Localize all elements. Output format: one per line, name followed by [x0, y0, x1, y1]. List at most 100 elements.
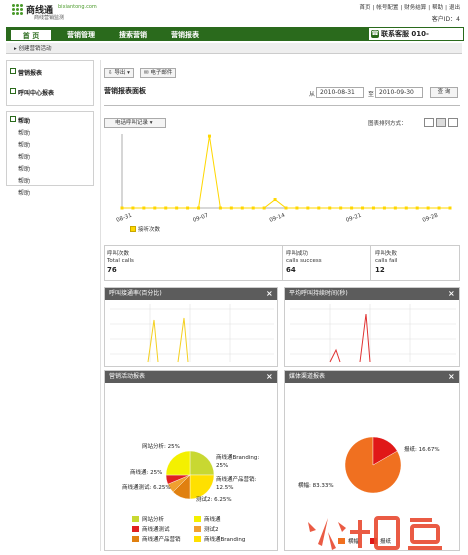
data-point — [240, 206, 244, 210]
email-button[interactable]: ✉ 电子邮件 — [140, 68, 177, 78]
data-point — [448, 206, 452, 210]
sidebar-help-title: 帮助 — [18, 118, 31, 125]
chart-legend: 接听次数 — [130, 225, 160, 233]
top-links: 首页 | 帐号配置 | 财务结算 | 帮助 | 退出 — [359, 5, 460, 11]
tab-marketing-mgmt[interactable]: 营销管理 — [58, 29, 104, 41]
link-help[interactable]: 帮助 — [432, 5, 443, 11]
help-item[interactable]: 帮助 — [18, 152, 30, 161]
data-point — [273, 198, 277, 202]
layout-grid-button[interactable] — [448, 118, 458, 127]
divider — [104, 105, 460, 106]
panel-header: 平均呼叫持续时间(秒) — [285, 288, 459, 300]
pie-label: 测试2: 6.25% — [196, 497, 232, 503]
tab-search-marketing[interactable]: 搜索营销 — [110, 29, 156, 41]
layout-label: 图表排列方式： — [368, 121, 407, 127]
sidebar-item-reports[interactable]: 营销报表 — [18, 68, 42, 77]
layout-double-button[interactable] — [436, 118, 446, 127]
pie-label: 横幅: 83.33% — [298, 483, 334, 489]
link-logout[interactable]: 退出 — [449, 5, 460, 11]
data-point — [262, 206, 266, 210]
close-icon[interactable]: × — [266, 288, 273, 300]
help-item[interactable]: 帮助 — [18, 164, 30, 173]
campaign-pie-chart — [165, 450, 215, 500]
pie-slice — [189, 474, 215, 500]
data-point — [426, 206, 430, 210]
stat-success-value: 64 — [286, 266, 296, 274]
close-icon[interactable]: × — [266, 371, 273, 383]
from-label: 从 — [309, 91, 316, 98]
sub-bar — [6, 43, 462, 54]
data-point — [142, 206, 146, 210]
pie-label: 12.5% — [216, 485, 234, 491]
to-label: 至 — [368, 91, 375, 98]
pie-label: 网站分析: 25% — [142, 444, 180, 450]
help-item[interactable]: 帮助 — [18, 140, 30, 149]
panel-title: 营销报表面板 — [104, 87, 146, 95]
data-point — [437, 206, 441, 210]
pie-label: 商线通: 25% — [130, 470, 163, 476]
data-point — [175, 206, 179, 210]
data-point — [328, 206, 332, 210]
help-icon — [10, 116, 16, 122]
tab-marketing-reports[interactable]: 营销报表 — [162, 29, 208, 41]
link-home[interactable]: 首页 — [359, 5, 370, 11]
data-point — [251, 206, 255, 210]
divider — [370, 246, 371, 280]
help-item[interactable]: 帮助 — [18, 176, 30, 185]
data-point — [382, 206, 386, 210]
data-point — [317, 206, 321, 210]
logo-icon — [12, 4, 24, 17]
export-button[interactable]: ⇩ 导出 ▾ — [104, 68, 134, 78]
x-tick-label: 08-31 — [116, 213, 133, 224]
data-point — [361, 206, 365, 210]
legend-swatch — [130, 226, 136, 232]
data-point — [197, 206, 201, 210]
help-item[interactable]: 帮助 — [18, 188, 30, 197]
panel-header: 媒体渠道报表 — [285, 371, 459, 383]
close-icon[interactable]: × — [448, 371, 455, 383]
legend-item: 商线通 — [194, 516, 221, 524]
sidebar-item-call-center[interactable]: 呼叫中心报表 — [18, 88, 54, 97]
help-item[interactable]: 帮助 — [18, 128, 30, 137]
panel-header: 营销活动报表 — [105, 371, 277, 383]
brand-domain: bixiantong.com — [58, 4, 97, 10]
pie-slice — [165, 450, 191, 476]
data-point — [153, 206, 157, 210]
data-point — [404, 206, 408, 210]
series-line — [122, 136, 450, 209]
customer-id: 客户ID：4 — [431, 16, 460, 23]
data-point — [218, 206, 222, 210]
stat-success-sub: calls success — [286, 258, 322, 264]
data-point — [393, 206, 397, 210]
data-point — [295, 206, 299, 210]
watermark-logo-icon — [308, 516, 442, 550]
link-finance[interactable]: 财务结算 — [404, 5, 426, 11]
tab-home[interactable]: 首 页 — [10, 29, 52, 41]
x-tick-label: 09-21 — [345, 213, 362, 224]
report-icon — [10, 68, 16, 74]
layout-single-button[interactable] — [424, 118, 434, 127]
pie-label: 商线通产品营销: — [216, 477, 257, 483]
data-point — [350, 206, 354, 210]
to-date-input[interactable]: 2010-09-30 — [375, 87, 423, 98]
query-button[interactable]: 查 询 — [430, 87, 458, 98]
call-line-chart: 08-31 09-07 09-14 09-21 09-28 — [116, 134, 452, 224]
call-center-icon — [10, 88, 16, 94]
chart-type-select[interactable]: 电话呼叫记录 ▾ — [104, 118, 166, 128]
data-point — [131, 206, 135, 210]
x-tick-label: 09-14 — [269, 213, 287, 224]
hotline: 联系客服 010-62698491 — [368, 27, 464, 50]
pie-label: 商线通Branding: — [216, 455, 260, 461]
legend-item: 测试2 — [194, 526, 219, 534]
divider — [282, 246, 283, 280]
data-point — [229, 206, 233, 210]
data-point — [207, 134, 211, 138]
stat-total-label: 呼叫次数 — [107, 251, 130, 257]
create-campaign-link[interactable]: ▸ 创建营销活动 — [14, 44, 52, 52]
close-icon[interactable]: × — [448, 288, 455, 300]
stat-fail-sub: calls fail — [375, 258, 398, 264]
link-account[interactable]: 帐号配置 — [376, 5, 398, 11]
stat-total-value: 76 — [107, 266, 117, 274]
panel-header: 呼叫接通率(百分比) — [105, 288, 277, 300]
from-date-input[interactable]: 2010-08-31 — [316, 87, 364, 98]
